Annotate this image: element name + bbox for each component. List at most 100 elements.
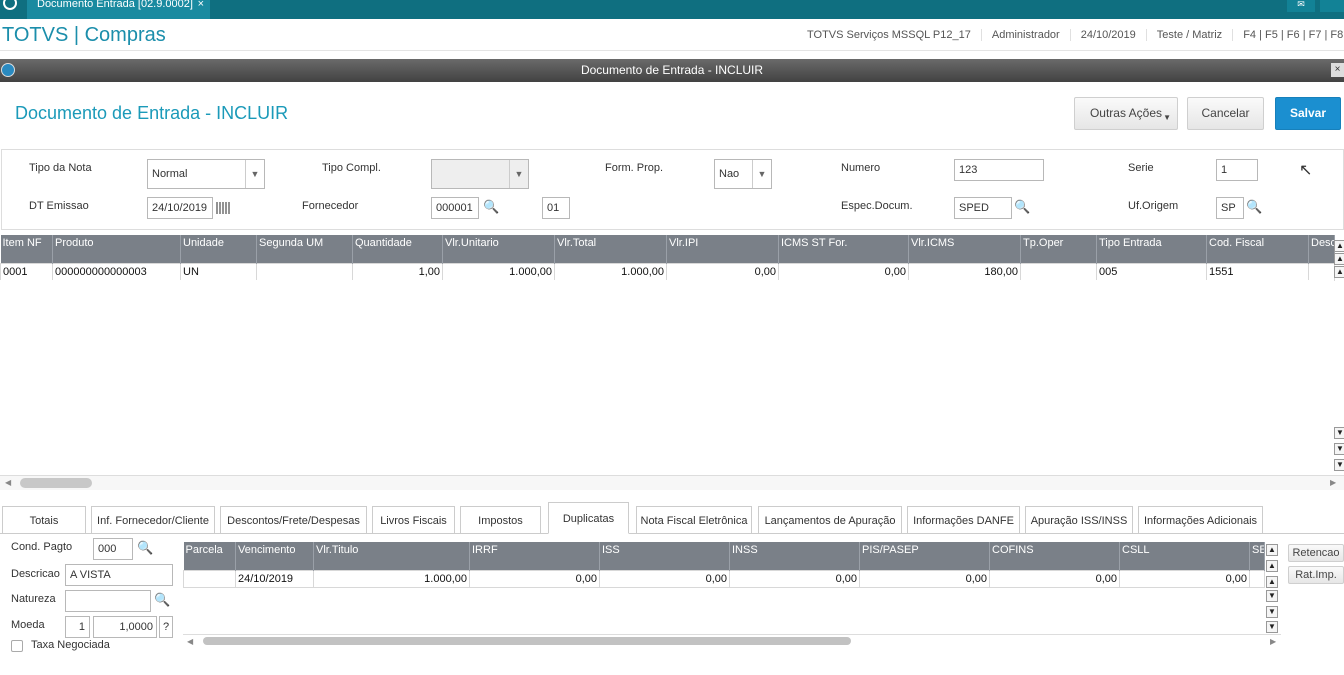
scroll-up-icon[interactable]: ▲ <box>1334 266 1344 278</box>
items-cell[interactable]: 0,00 <box>778 262 909 281</box>
items-cell[interactable] <box>1308 262 1335 281</box>
outras-acoes-button[interactable]: Outras Ações ▼ <box>1074 97 1178 130</box>
scroll-left-icon[interactable]: ◀ <box>5 478 11 487</box>
numero-input[interactable]: 123 <box>954 159 1044 181</box>
items-column-header[interactable]: Vlr.Unitario <box>442 235 555 263</box>
duplicatas-column-header[interactable]: COFINS <box>989 542 1120 570</box>
taxa-input[interactable]: 1,0000 <box>93 616 157 638</box>
items-column-header[interactable]: Item NF <box>0 235 53 263</box>
items-column-header[interactable]: Desc <box>1308 235 1335 263</box>
shortcuts-label[interactable]: F4 | F5 | F6 | F7 | F8 | F9 <box>1232 29 1344 41</box>
items-hscroll-thumb[interactable] <box>20 478 92 488</box>
search-icon[interactable]: 🔍 <box>154 592 170 608</box>
items-cell[interactable]: 005 <box>1096 262 1207 281</box>
items-column-header[interactable]: Vlr.Total <box>554 235 667 263</box>
fornecedor-input[interactable]: 000001 <box>431 197 479 219</box>
duplicatas-cell[interactable] <box>183 569 236 588</box>
tab-livros-fiscais[interactable]: Livros Fiscais <box>372 506 455 533</box>
retencao-button[interactable]: Retencao <box>1288 544 1344 562</box>
items-cell[interactable]: UN <box>180 262 257 281</box>
taxa-negociada-checkbox[interactable] <box>11 640 23 652</box>
table-row[interactable]: 24/10/2019 1.000,00 0,00 0,00 0,00 0,00 0,00 0,… <box>183 569 1265 588</box>
descricao-input[interactable]: A VISTA <box>65 564 173 586</box>
duplicatas-cell[interactable]: 0,00 <box>469 569 600 588</box>
scroll-right-icon[interactable]: ▶ <box>1270 637 1276 646</box>
scroll-page-up-icon[interactable]: ▲ <box>1334 253 1344 265</box>
duplicatas-column-header[interactable]: Vlr.Titulo <box>313 542 470 570</box>
scroll-down-icon[interactable]: ▼ <box>1266 590 1278 602</box>
environment-label[interactable]: TOTVS Serviços MSSQL P12_17 <box>797 29 981 41</box>
items-cell[interactable]: 1,00 <box>352 262 443 281</box>
tab-totais[interactable]: Totais <box>2 506 86 533</box>
items-cell[interactable] <box>256 262 353 281</box>
tab-nfe[interactable]: Nota Fiscal Eletrônica <box>636 506 752 533</box>
tab-inf-fornecedor[interactable]: Inf. Fornecedor/Cliente <box>91 506 215 533</box>
tab-lancamentos[interactable]: Lançamentos de Apuração <box>758 506 902 533</box>
items-cell[interactable]: 0,00 <box>666 262 779 281</box>
natureza-input[interactable] <box>65 590 151 612</box>
window-close-icon[interactable]: × <box>1331 63 1344 77</box>
rat-imp-button[interactable]: Rat.Imp. <box>1288 566 1344 584</box>
scroll-down-icon[interactable]: ▼ <box>1334 427 1344 439</box>
items-column-header[interactable]: Tp.Oper <box>1020 235 1097 263</box>
duplicatas-cell[interactable]: 1.000,00 <box>313 569 470 588</box>
save-button[interactable]: Salvar <box>1275 97 1341 130</box>
tipo-nota-select[interactable]: Normal ▼ <box>147 159 265 189</box>
help-button[interactable]: ? <box>159 616 173 638</box>
items-column-header[interactable]: Vlr.IPI <box>666 235 779 263</box>
items-column-header[interactable]: Produto <box>52 235 181 263</box>
scroll-left-icon[interactable]: ◀ <box>187 637 193 646</box>
scroll-top-icon[interactable]: ▲ <box>1266 544 1278 556</box>
user-label[interactable]: Administrador <box>980 29 1070 41</box>
items-cell[interactable] <box>1020 262 1097 281</box>
items-cell[interactable]: 000000000000003 <box>52 262 181 281</box>
table-row[interactable]: 0001 000000000000003 UN 1,00 1.000,00 1.000,0… <box>0 262 1335 281</box>
items-cell[interactable]: 180,00 <box>908 262 1021 281</box>
items-cell[interactable]: 1.000,00 <box>554 262 667 281</box>
espec-docum-input[interactable]: SPED <box>954 197 1012 219</box>
items-column-header[interactable]: Unidade <box>180 235 257 263</box>
cond-pagto-input[interactable]: 000 <box>93 538 133 560</box>
tab-info-adicionais[interactable]: Informações Adicionais <box>1138 506 1263 533</box>
search-icon[interactable]: 🔍 <box>1014 199 1030 215</box>
duplicatas-column-header[interactable]: IRRF <box>469 542 600 570</box>
cancel-button[interactable]: Cancelar <box>1187 97 1264 130</box>
duplicatas-cell[interactable]: 0,00 <box>729 569 860 588</box>
duplicatas-cell[interactable]: 24/10/2019 <box>235 569 314 588</box>
duplicatas-cell[interactable]: 0,00 <box>599 569 730 588</box>
program-tab[interactable]: Documento Entrada [02.9.0002] × <box>27 0 210 19</box>
branch-label[interactable]: Teste / Matriz <box>1145 29 1232 41</box>
moeda-input[interactable]: 1 <box>65 616 90 638</box>
items-column-header[interactable]: Quantidade <box>352 235 443 263</box>
calendar-icon[interactable] <box>216 202 231 214</box>
duplicatas-column-header[interactable]: PIS/PASEP <box>859 542 990 570</box>
search-icon[interactable]: 🔍 <box>137 540 153 556</box>
tab-duplicatas[interactable]: Duplicatas <box>548 502 629 534</box>
scroll-bottom-icon[interactable]: ▼ <box>1266 621 1278 633</box>
items-column-header[interactable]: Cod. Fiscal <box>1206 235 1309 263</box>
tab-apuracao-iss[interactable]: Apuração ISS/INSS <box>1025 506 1133 533</box>
mail-icon[interactable]: ✉ <box>1287 0 1315 12</box>
scroll-page-down-icon[interactable]: ▼ <box>1334 443 1344 455</box>
search-icon[interactable]: 🔍 <box>1246 199 1262 215</box>
user-menu-icon[interactable] <box>1320 0 1344 12</box>
scroll-page-down-icon[interactable]: ▼ <box>1266 606 1278 618</box>
items-cell[interactable]: 1.000,00 <box>442 262 555 281</box>
duplicatas-column-header[interactable]: INSS <box>729 542 860 570</box>
dt-emissao-input[interactable]: 24/10/2019 <box>147 197 213 219</box>
scroll-up-icon[interactable]: ▲ <box>1266 576 1278 588</box>
duplicatas-hscroll-thumb[interactable] <box>203 637 851 645</box>
duplicatas-column-header[interactable]: SE <box>1249 542 1265 570</box>
duplicatas-cell[interactable]: 0,00 <box>1119 569 1250 588</box>
tab-descontos[interactable]: Descontos/Frete/Despesas <box>220 506 367 533</box>
serie-input[interactable]: 1 <box>1216 159 1258 181</box>
search-icon[interactable]: 🔍 <box>483 199 499 215</box>
uf-origem-input[interactable]: SP <box>1216 197 1244 219</box>
duplicatas-cell[interactable] <box>1249 569 1265 588</box>
tipo-compl-select[interactable]: ▼ <box>431 159 529 189</box>
duplicatas-column-header[interactable]: CSLL <box>1119 542 1250 570</box>
tab-impostos[interactable]: Impostos <box>460 506 541 533</box>
items-cell[interactable]: 1551 <box>1206 262 1309 281</box>
items-column-header[interactable]: ICMS ST For. <box>778 235 909 263</box>
items-column-header[interactable]: Vlr.ICMS <box>908 235 1021 263</box>
